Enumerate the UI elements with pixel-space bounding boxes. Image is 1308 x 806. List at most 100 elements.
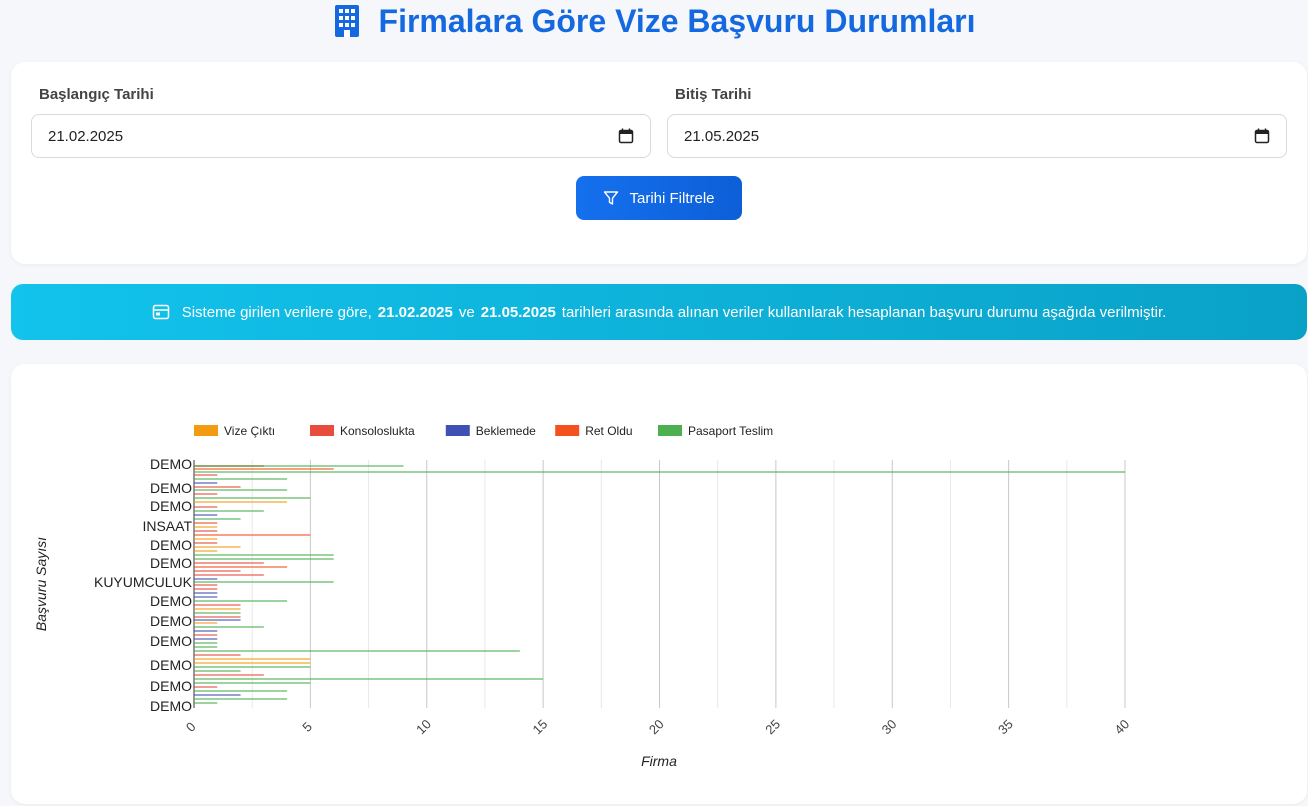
bar xyxy=(194,474,218,476)
start-date-input[interactable]: 21.02.2025 xyxy=(31,114,651,158)
bar xyxy=(194,581,334,583)
category-label: DEMO xyxy=(150,613,192,629)
banner-middle: ve xyxy=(458,303,475,321)
banner-end-date: 21.05.2025 xyxy=(480,303,556,321)
bar xyxy=(194,662,311,664)
info-banner: Sisteme girilen verilere göre, 21.02.202… xyxy=(11,284,1307,340)
building-icon xyxy=(334,5,359,37)
legend-label: Beklemede xyxy=(476,424,536,438)
calendar-icon[interactable] xyxy=(618,128,634,144)
banner-suffix: tarihleri arasında alınan veriler kullan… xyxy=(561,303,1167,321)
page-title-text: Firmalara Göre Vize Başvuru Durumları xyxy=(378,2,976,39)
bar xyxy=(194,690,288,692)
bar xyxy=(194,546,241,548)
bar xyxy=(194,493,218,495)
category-label: DEMO xyxy=(150,633,192,649)
bar xyxy=(194,578,218,580)
bar xyxy=(194,686,218,688)
x-tick-label: 5 xyxy=(299,719,315,735)
x-tick-label: 15 xyxy=(530,716,551,737)
filter-button[interactable]: Tarihi Filtrele xyxy=(576,176,742,220)
bar xyxy=(194,682,311,684)
bar xyxy=(194,486,241,488)
end-date-value: 21.05.2025 xyxy=(684,127,760,145)
legend-swatch xyxy=(445,425,470,436)
bar xyxy=(194,471,1125,473)
bar xyxy=(194,694,241,696)
bar xyxy=(194,596,218,598)
bar xyxy=(194,626,264,628)
bar xyxy=(194,588,218,590)
bar xyxy=(194,465,404,467)
legend-label: Pasaport Teslim xyxy=(688,424,773,438)
x-tick-label: 25 xyxy=(762,716,783,737)
x-tick-label: 20 xyxy=(646,716,667,737)
bar xyxy=(194,702,218,704)
bar xyxy=(194,619,241,621)
category-label: DEMO xyxy=(150,698,192,714)
bar xyxy=(194,600,288,602)
bar xyxy=(194,670,241,672)
bar xyxy=(194,526,218,528)
bar xyxy=(194,642,218,644)
bar xyxy=(194,698,288,700)
bar xyxy=(194,574,264,576)
legend-label: Vize Çıktı xyxy=(224,424,275,438)
funnel-icon xyxy=(604,191,619,205)
category-label: KUYUMCULUK xyxy=(94,574,193,590)
filter-button-label: Tarihi Filtrele xyxy=(629,189,715,207)
bar xyxy=(194,538,218,540)
bar xyxy=(194,612,241,614)
bar-chart: Vize Çıktı Konsoloslukta Beklemede Ret Oldu… xyxy=(33,424,1132,769)
x-axis-title: Firma xyxy=(641,753,677,769)
legend-label: Konsoloslukta xyxy=(340,424,415,438)
bar xyxy=(194,630,218,632)
bar xyxy=(194,604,241,606)
bar xyxy=(194,510,264,512)
bar xyxy=(194,584,218,586)
x-tick-label: 30 xyxy=(879,716,900,737)
bar xyxy=(194,674,264,676)
calendar-icon[interactable] xyxy=(1254,128,1270,144)
category-label: INSAAT xyxy=(142,518,192,534)
bar xyxy=(194,616,241,618)
bar xyxy=(194,550,218,552)
bar xyxy=(194,482,218,484)
bar xyxy=(194,501,288,503)
start-date-value: 21.02.2025 xyxy=(48,127,124,145)
bar xyxy=(194,497,311,499)
bar xyxy=(194,542,218,544)
end-date-input[interactable]: 21.05.2025 xyxy=(667,114,1287,158)
x-tick-label: 35 xyxy=(995,716,1016,737)
legend-swatch xyxy=(555,425,580,436)
banner-prefix: Sisteme girilen verilere göre, xyxy=(181,303,372,321)
x-tick-label: 0 xyxy=(183,719,199,735)
bar xyxy=(194,638,218,640)
end-date-label: Bitiş Tarihi xyxy=(675,86,752,103)
filter-card: Başlangıç Tarihi 21.02.2025 Bitiş Tarihi… xyxy=(11,62,1307,264)
bar xyxy=(194,514,218,516)
bar xyxy=(194,634,218,636)
bar xyxy=(194,530,218,532)
bar xyxy=(194,592,218,594)
bar xyxy=(194,558,334,560)
y-axis-title: Başvuru Sayısı xyxy=(33,537,49,631)
bar xyxy=(194,522,218,524)
x-tick-label: 10 xyxy=(413,716,434,737)
banner-start-date: 21.02.2025 xyxy=(377,303,453,321)
category-label: DEMO xyxy=(150,657,192,673)
bar xyxy=(194,666,311,668)
legend-swatch xyxy=(194,425,218,436)
bar xyxy=(194,554,334,556)
page-title: Firmalara Göre Vize Başvuru Durumları xyxy=(0,0,1308,42)
start-date-label: Başlangıç Tarihi xyxy=(39,86,154,103)
category-label: DEMO xyxy=(150,678,192,694)
bar xyxy=(194,489,288,491)
bar xyxy=(194,658,311,660)
x-tick-label: 40 xyxy=(1111,716,1132,737)
bar xyxy=(194,506,218,508)
category-label: DEMO xyxy=(150,593,192,609)
bar xyxy=(194,534,311,536)
legend-label: Ret Oldu xyxy=(585,424,632,438)
bar xyxy=(194,622,218,624)
